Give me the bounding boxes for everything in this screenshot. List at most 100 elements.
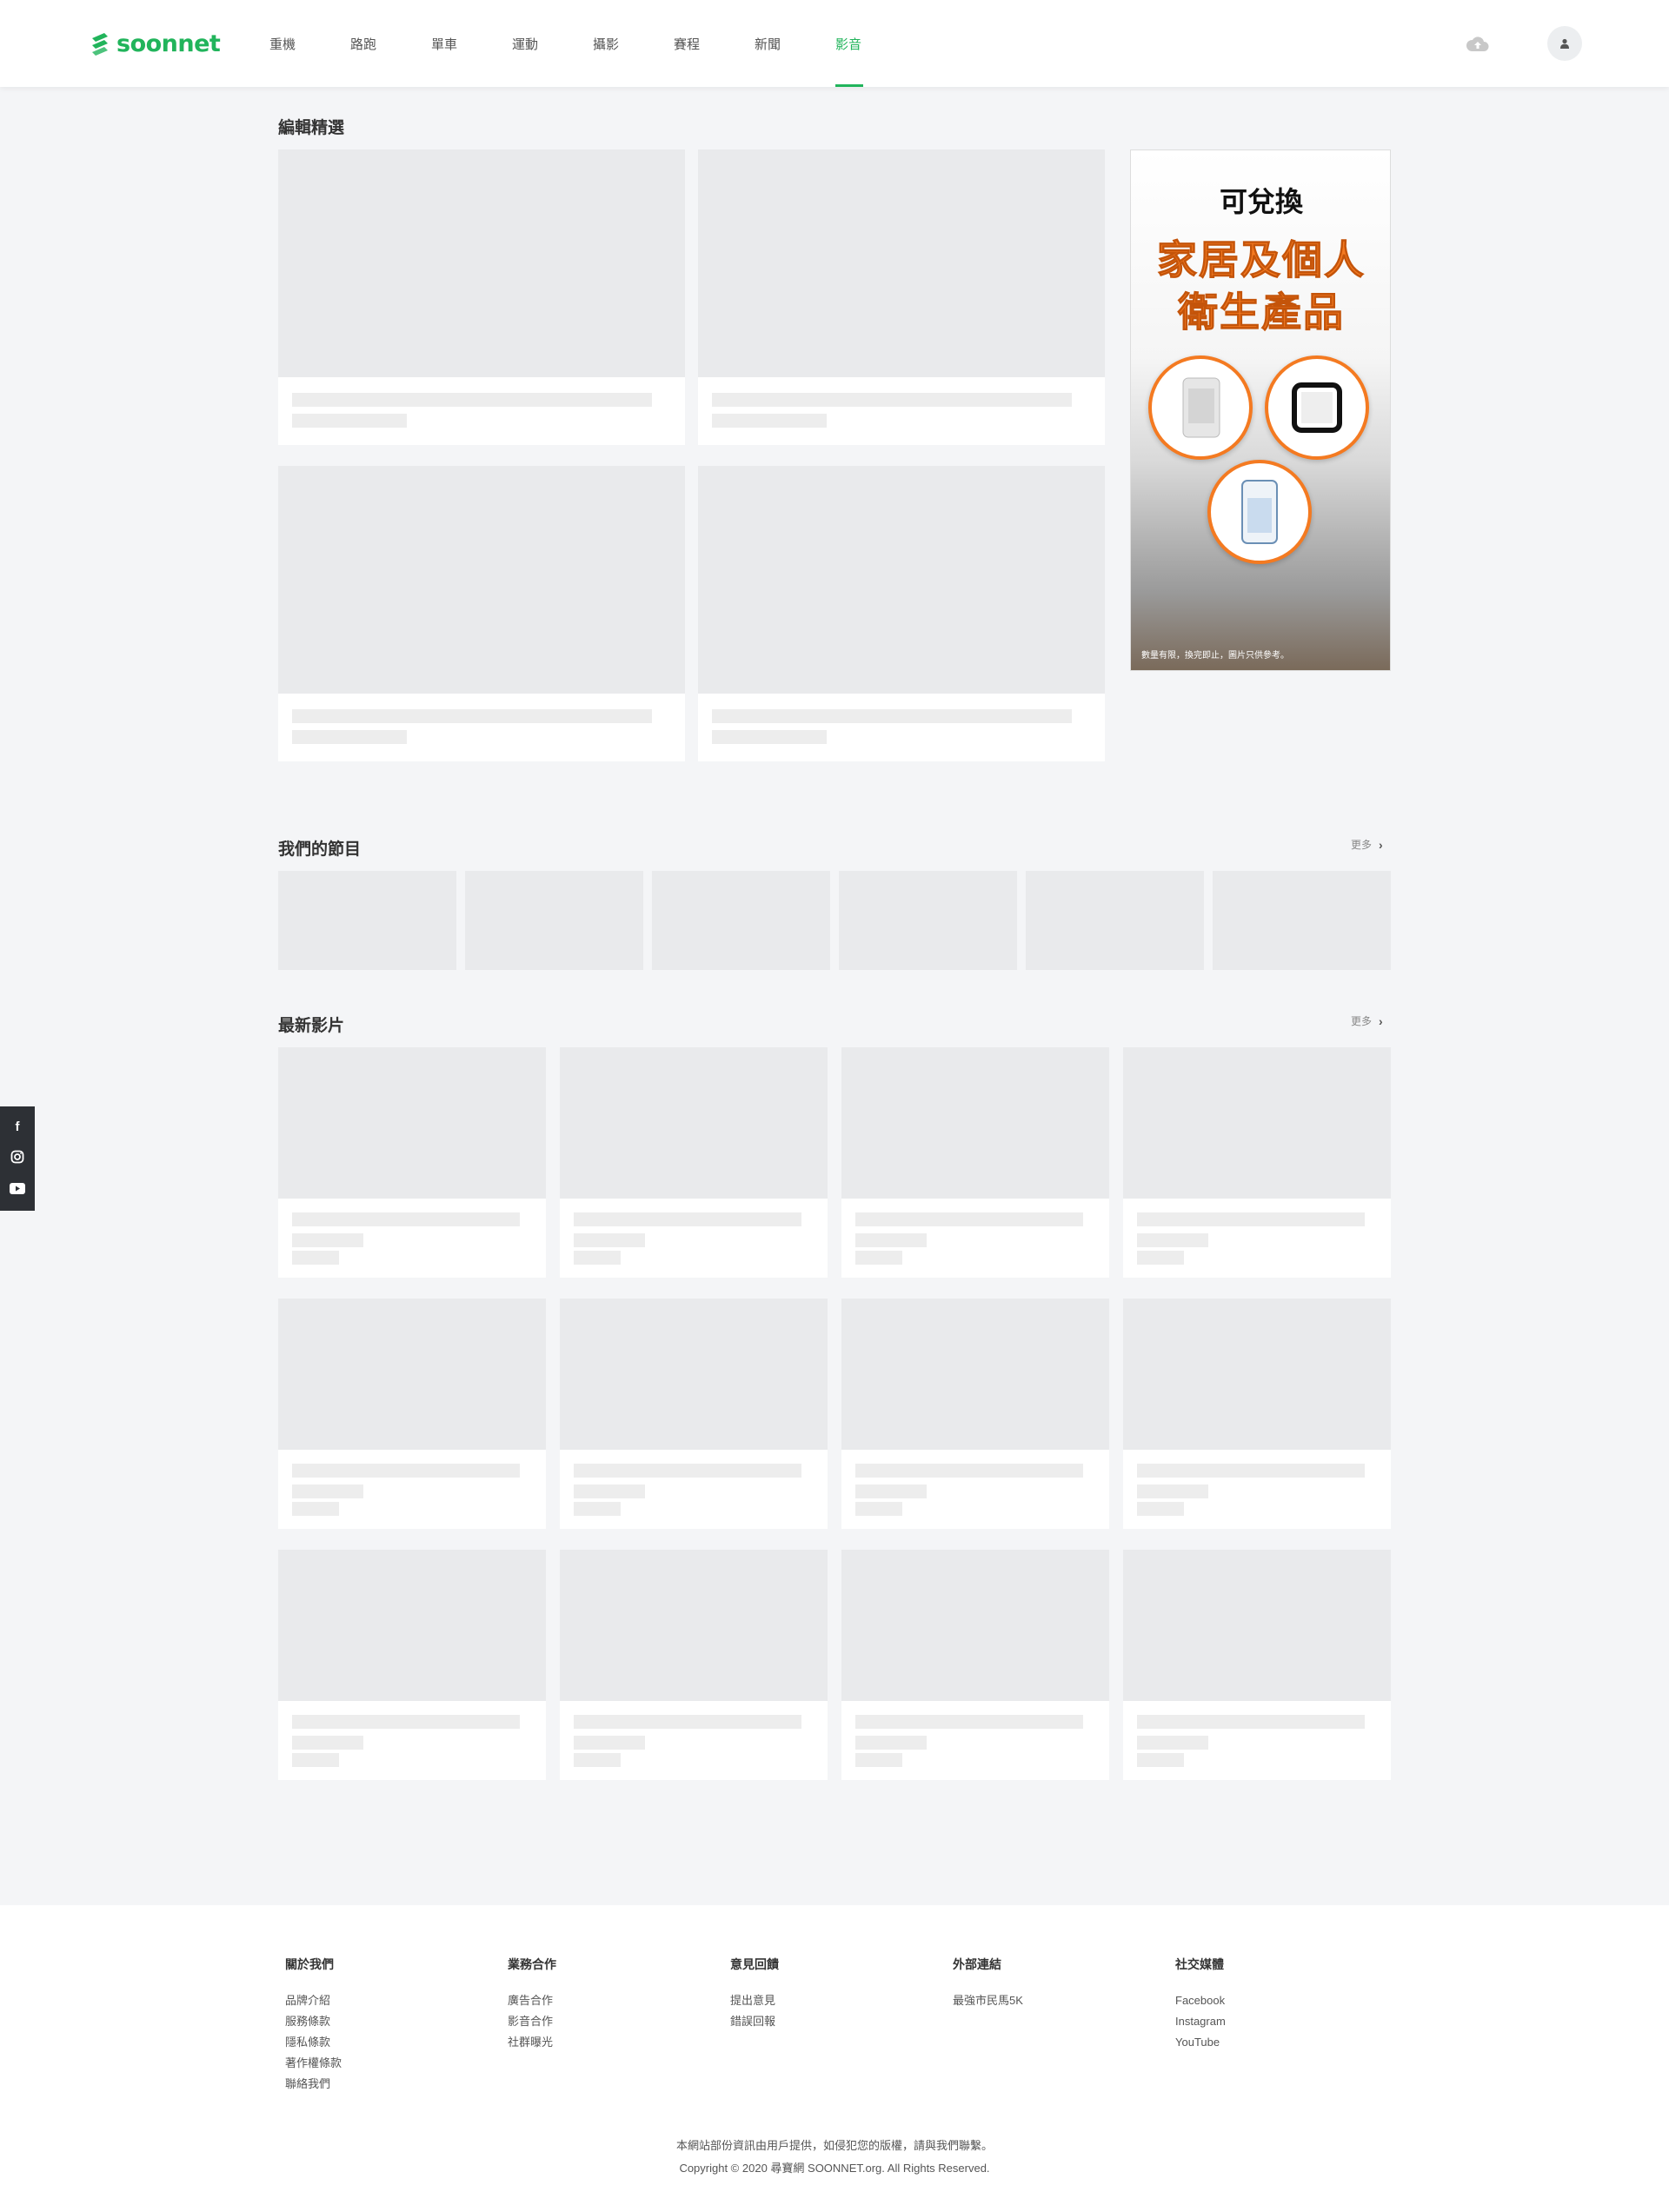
logo-icon	[92, 33, 108, 56]
footer-link[interactable]: 最強市民馬5K	[953, 1990, 1023, 2011]
site-logo[interactable]: soonnet	[89, 30, 221, 57]
featured-title: 編輯精選	[278, 119, 345, 137]
program-card[interactable]	[1026, 871, 1204, 970]
footer-link[interactable]: 提出意見	[730, 1990, 779, 2011]
footer-column-external: 外部連結 最強市民馬5K	[953, 1956, 1023, 2011]
programs-more-link[interactable]: 更多 ›	[1351, 837, 1383, 852]
user-button[interactable]	[1547, 26, 1582, 61]
nav-item-cycling[interactable]: 單車	[431, 0, 512, 87]
nav-item-running[interactable]: 路跑	[350, 0, 431, 87]
footer-link[interactable]: 聯絡我們	[285, 2074, 342, 2095]
skeleton-line	[292, 1715, 520, 1729]
main-nav: 重機 路跑 單車 運動 攝影 賽程 新聞 影音	[269, 0, 916, 87]
nav-item-photography[interactable]: 攝影	[593, 0, 674, 87]
nav-item-news[interactable]: 新聞	[755, 0, 835, 87]
footer-link[interactable]: 錯誤回報	[730, 2011, 779, 2032]
upload-button[interactable]	[1466, 31, 1490, 56]
skeleton-line	[574, 1753, 621, 1767]
programs-title: 我們的節目	[278, 840, 362, 859]
program-card[interactable]	[1213, 871, 1391, 970]
skeleton-line	[292, 1485, 363, 1498]
video-card[interactable]	[560, 1299, 828, 1529]
program-card[interactable]	[652, 871, 830, 970]
featured-card[interactable]	[278, 149, 685, 445]
video-card[interactable]	[560, 1047, 828, 1278]
footer-heading: 社交媒體	[1175, 1957, 1224, 1971]
card-thumbnail	[698, 149, 1105, 377]
logo-text: soonnet	[116, 30, 221, 57]
footer-link[interactable]: 隱私條款	[285, 2032, 342, 2053]
skeleton-line	[855, 1212, 1083, 1226]
footer-copyright: Copyright © 2020 尋寶網 SOONNET.org. All Ri…	[679, 2162, 990, 2175]
footer-link[interactable]: 影音合作	[508, 2011, 556, 2032]
program-card[interactable]	[278, 871, 456, 970]
skeleton-line	[1137, 1464, 1365, 1478]
skeleton-line	[574, 1502, 621, 1516]
ad-banner[interactable]: 可兌換 家居及個人 衛生產品 數量有限，換完即止，圖片只供參考。	[1130, 149, 1391, 671]
skeleton-line	[712, 393, 1072, 407]
footer-link[interactable]: 品牌介紹	[285, 1990, 342, 2011]
card-thumbnail	[1123, 1047, 1391, 1199]
footer-link-facebook[interactable]: Facebook	[1175, 1990, 1226, 2011]
footer-heading: 意見回饋	[730, 1957, 779, 1971]
skeleton-line	[292, 1736, 363, 1750]
skeleton-line	[1137, 1212, 1365, 1226]
card-thumbnail	[560, 1047, 828, 1199]
skeleton-line	[855, 1736, 927, 1750]
footer-link-instagram[interactable]: Instagram	[1175, 2011, 1226, 2032]
nav-item-schedule[interactable]: 賽程	[674, 0, 755, 87]
video-card[interactable]	[1123, 1550, 1391, 1780]
skeleton-line	[1137, 1753, 1184, 1767]
nav-item-sports[interactable]: 運動	[512, 0, 593, 87]
skeleton-line	[1137, 1502, 1184, 1516]
card-thumbnail	[278, 1047, 546, 1199]
ad-product-filter	[1265, 355, 1369, 460]
video-card[interactable]	[841, 1550, 1109, 1780]
video-card[interactable]	[1123, 1047, 1391, 1278]
nav-item-motorcycle[interactable]: 重機	[269, 0, 350, 87]
skeleton-line	[574, 1251, 621, 1265]
video-card[interactable]	[1123, 1299, 1391, 1529]
footer-link[interactable]: 服務條款	[285, 2011, 342, 2032]
video-card[interactable]	[841, 1299, 1109, 1529]
card-thumbnail	[698, 466, 1105, 694]
video-card[interactable]	[560, 1550, 828, 1780]
featured-card[interactable]	[698, 466, 1105, 761]
footer-link[interactable]: 廣告合作	[508, 1990, 556, 2011]
site-header: soonnet 重機 路跑 單車 運動 攝影 賽程 新聞 影音	[0, 0, 1669, 87]
skeleton-line	[1137, 1485, 1208, 1498]
skeleton-line	[855, 1251, 902, 1265]
skeleton-line	[712, 730, 827, 744]
featured-card[interactable]	[278, 466, 685, 761]
footer-heading: 外部連結	[953, 1957, 1001, 1971]
video-card[interactable]	[278, 1047, 546, 1278]
facebook-icon[interactable]: f	[16, 1120, 20, 1133]
instagram-icon[interactable]	[10, 1150, 24, 1166]
site-footer: 關於我們 品牌介紹 服務條款 隱私條款 著作權條款 聯絡我們 業務合作 廣告合作…	[0, 1905, 1669, 2212]
video-card[interactable]	[278, 1550, 546, 1780]
latest-more-link[interactable]: 更多 ›	[1351, 1013, 1383, 1028]
footer-link[interactable]: 社群曝光	[508, 2032, 556, 2053]
nav-item-video[interactable]: 影音	[835, 0, 916, 87]
skeleton-line	[855, 1485, 927, 1498]
featured-card[interactable]	[698, 149, 1105, 445]
program-card[interactable]	[839, 871, 1017, 970]
card-thumbnail	[278, 1299, 546, 1450]
skeleton-line	[574, 1464, 801, 1478]
skeleton-line	[292, 709, 652, 723]
card-thumbnail	[278, 149, 685, 377]
skeleton-line	[574, 1212, 801, 1226]
ad-product-line: 家居及個人	[1157, 237, 1366, 283]
youtube-icon[interactable]	[10, 1183, 25, 1197]
skeleton-line	[1137, 1251, 1184, 1265]
video-card[interactable]	[841, 1047, 1109, 1278]
program-card[interactable]	[465, 871, 643, 970]
chevron-right-icon: ›	[1379, 1013, 1383, 1028]
footer-link-youtube[interactable]: YouTube	[1175, 2032, 1226, 2053]
skeleton-line	[292, 730, 407, 744]
footer-link[interactable]: 著作權條款	[285, 2053, 342, 2074]
video-card[interactable]	[278, 1299, 546, 1529]
card-thumbnail	[841, 1550, 1109, 1701]
more-label: 更多	[1351, 839, 1373, 851]
footer-column-social: 社交媒體 Facebook Instagram YouTube	[1175, 1956, 1226, 2053]
